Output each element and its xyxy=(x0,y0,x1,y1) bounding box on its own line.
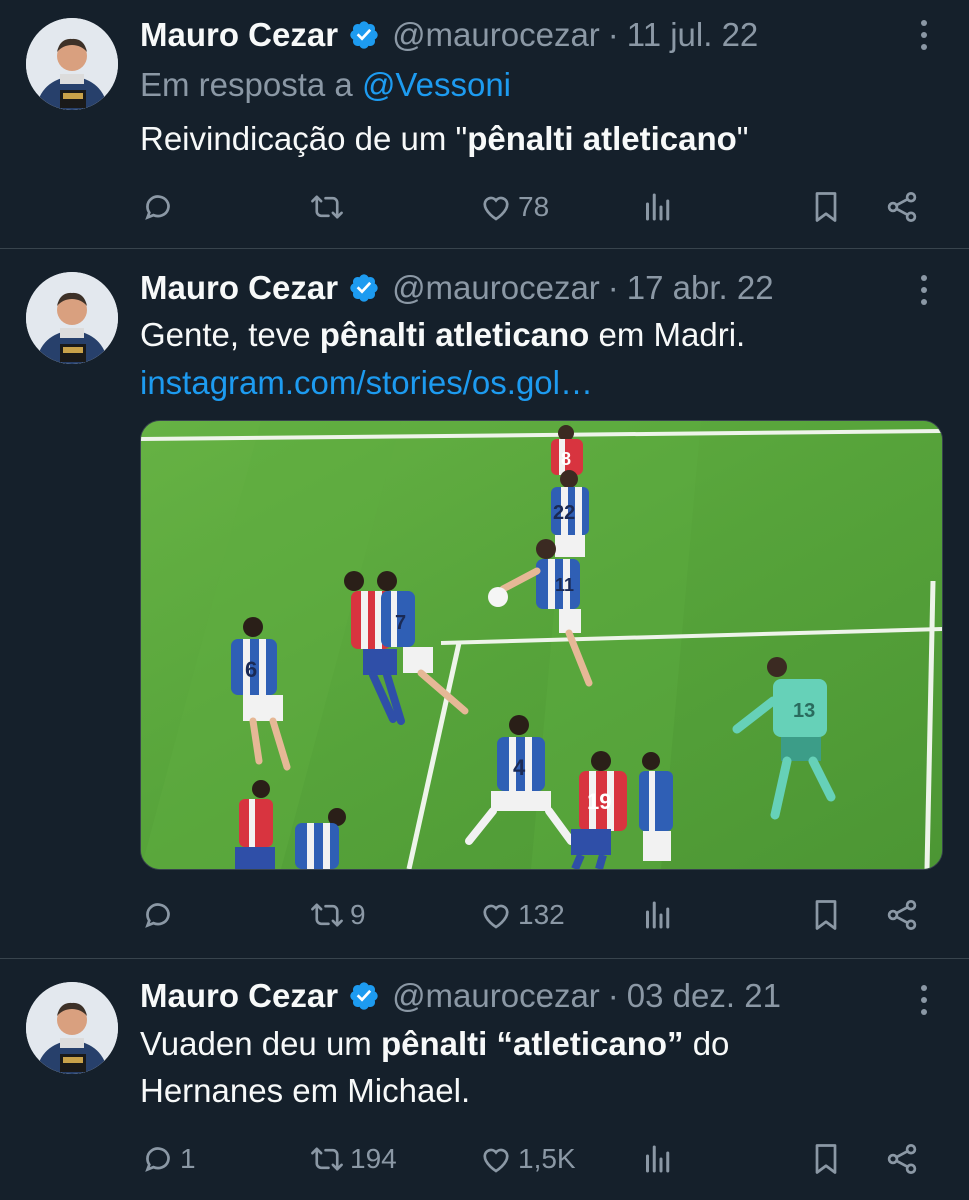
tweet-header: Mauro Cezar @maurocezar · 17 abr. 22 xyxy=(140,268,774,308)
action-bar: 9 132 xyxy=(140,890,930,940)
divider xyxy=(0,248,969,249)
media-image[interactable]: 8 22 11 6 7 4 19 13 xyxy=(140,420,943,870)
bookmark-icon xyxy=(815,1144,837,1174)
svg-text:11: 11 xyxy=(555,575,574,595)
svg-text:19: 19 xyxy=(587,789,611,814)
bookmark-button[interactable] xyxy=(808,182,844,232)
svg-text:8: 8 xyxy=(561,449,571,469)
share-icon xyxy=(887,1144,917,1174)
tweet-text: Gente, teve pênalti atleticano em Madri. xyxy=(140,312,745,358)
like-button[interactable]: 132 xyxy=(478,890,565,940)
retweet-button[interactable]: 194 xyxy=(308,1134,397,1184)
text-bold: pênalti atleticano xyxy=(467,120,737,157)
verified-badge-icon xyxy=(350,21,378,49)
action-bar: 1 194 1,5K xyxy=(140,1134,930,1184)
reply-icon xyxy=(145,1147,170,1172)
retweet-button[interactable] xyxy=(308,182,350,232)
share-button[interactable] xyxy=(884,182,920,232)
reply-button[interactable] xyxy=(140,182,180,232)
avatar[interactable] xyxy=(26,18,118,110)
verified-badge-icon xyxy=(350,982,378,1010)
tweet-header: Mauro Cezar @maurocezar · 03 dez. 21 xyxy=(140,976,781,1016)
tweet-link[interactable]: instagram.com/stories/os.gol… xyxy=(140,360,593,406)
bookmark-icon xyxy=(815,900,837,930)
like-count: 1,5K xyxy=(518,1143,576,1174)
share-button[interactable] xyxy=(884,1134,920,1184)
tweet-header: Mauro Cezar @maurocezar · 11 jul. 22 xyxy=(140,15,758,55)
bookmark-icon xyxy=(815,192,837,222)
views-icon xyxy=(646,1145,670,1173)
more-dots-icon[interactable] xyxy=(910,270,938,310)
share-button[interactable] xyxy=(884,890,920,940)
reply-count: 1 xyxy=(180,1143,196,1174)
views-icon xyxy=(646,901,670,929)
tweet-date[interactable]: 11 jul. 22 xyxy=(627,16,758,54)
text-part: em Madri. xyxy=(589,316,746,353)
views-button[interactable] xyxy=(640,890,676,940)
reply-button[interactable] xyxy=(140,890,180,940)
action-bar: 78 xyxy=(140,182,930,232)
like-button[interactable]: 1,5K xyxy=(478,1134,576,1184)
text-bold: pênalti “atleticano” xyxy=(380,1025,684,1062)
like-count: 132 xyxy=(518,899,565,930)
reply-button[interactable]: 1 xyxy=(140,1134,196,1184)
avatar[interactable] xyxy=(26,272,118,364)
avatar[interactable] xyxy=(26,982,118,1074)
retweet-icon xyxy=(311,195,343,219)
retweet-count: 194 xyxy=(350,1143,397,1174)
tweet-text: Vuaden deu um pênalti “atleticano” do xyxy=(140,1021,729,1067)
separator: · xyxy=(607,977,619,1014)
like-button[interactable]: 78 xyxy=(478,182,549,232)
svg-text:22: 22 xyxy=(553,502,575,524)
divider xyxy=(0,958,969,959)
bookmark-button[interactable] xyxy=(808,1134,844,1184)
like-count: 78 xyxy=(518,191,550,222)
author-handle[interactable]: @maurocezar xyxy=(392,269,600,307)
retweet-button[interactable]: 9 xyxy=(308,890,366,940)
verified-badge-icon xyxy=(350,274,378,302)
more-dots-icon[interactable] xyxy=(910,980,938,1020)
author-name[interactable]: Mauro Cezar xyxy=(140,269,338,307)
svg-text:7: 7 xyxy=(395,612,406,634)
views-button[interactable] xyxy=(640,182,676,232)
svg-text:4: 4 xyxy=(513,755,526,780)
text-part: Reivindicação de um " xyxy=(140,120,468,157)
tweet-date[interactable]: 03 dez. 21 xyxy=(627,977,781,1015)
tweet-date[interactable]: 17 abr. 22 xyxy=(627,269,774,307)
views-button[interactable] xyxy=(640,1134,676,1184)
views-icon xyxy=(646,193,670,221)
reply-context: Em resposta a @Vessoni xyxy=(140,62,511,108)
text-part: " xyxy=(736,120,749,157)
reply-prefix: Em resposta a xyxy=(140,66,353,103)
text-part: do xyxy=(683,1025,730,1062)
retweet-count: 9 xyxy=(350,899,366,930)
more-dots-icon[interactable] xyxy=(910,15,938,55)
svg-text:6: 6 xyxy=(245,657,257,682)
retweet-icon xyxy=(311,903,343,927)
share-icon xyxy=(887,192,917,222)
reply-icon xyxy=(145,195,170,220)
tweet-text-line2: Hernanes em Michael. xyxy=(140,1072,471,1109)
svg-text:13: 13 xyxy=(793,700,815,722)
reply-to-handle[interactable]: @Vessoni xyxy=(362,66,511,103)
heart-icon xyxy=(483,904,509,929)
tweet-text: Reivindicação de um "pênalti atleticano" xyxy=(140,116,749,162)
separator: · xyxy=(607,16,619,53)
retweet-icon xyxy=(311,1147,343,1171)
author-handle[interactable]: @maurocezar xyxy=(392,16,600,54)
heart-icon xyxy=(483,196,509,221)
author-name[interactable]: Mauro Cezar xyxy=(140,977,338,1015)
text-part: Gente, teve xyxy=(140,316,320,353)
share-icon xyxy=(887,900,917,930)
author-name[interactable]: Mauro Cezar xyxy=(140,16,338,54)
bookmark-button[interactable] xyxy=(808,890,844,940)
text-part: Vuaden deu um xyxy=(140,1025,381,1062)
heart-icon xyxy=(483,1148,509,1173)
text-bold: pênalti atleticano xyxy=(319,316,590,353)
author-handle[interactable]: @maurocezar xyxy=(392,977,600,1015)
separator: · xyxy=(607,269,619,306)
football-match-photo: 8 22 11 6 7 4 19 13 xyxy=(141,421,942,869)
reply-icon xyxy=(145,903,170,928)
